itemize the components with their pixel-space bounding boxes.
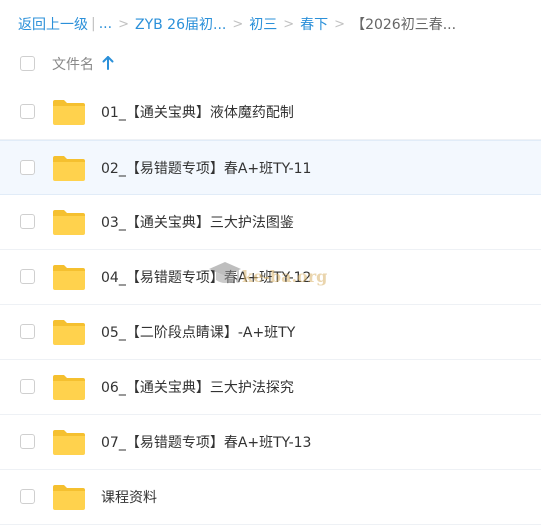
column-header-filename[interactable]: 文件名 [52,54,94,74]
list-item[interactable]: 06_【通关宝典】三大护法探究 [0,360,541,415]
file-name[interactable]: 04_【易错题专项】春A+班TY-12 [101,267,311,287]
breadcrumb: 返回上一级 | ... > ZYB 26届初... > 初三 > 春下 > 【2… [18,13,456,35]
list-item[interactable]: 03_【通关宝典】三大护法图鉴 [0,195,541,250]
folder-icon [53,156,85,181]
row-checkbox[interactable] [20,489,35,504]
breadcrumb-separator-icon: > [118,16,129,32]
breadcrumb-separator-icon: > [283,16,295,32]
row-checkbox[interactable] [20,160,35,175]
breadcrumb-pipe: | [91,16,96,32]
breadcrumb-back-link[interactable]: 返回上一级 [18,14,88,34]
folder-icon [53,210,85,235]
folder-icon [53,485,85,510]
file-name[interactable]: 01_【通关宝典】液体魔药配制 [101,102,294,122]
row-checkbox[interactable] [20,379,35,394]
file-name[interactable]: 课程资料 [101,487,157,507]
file-name[interactable]: 02_【易错题专项】春A+班TY-11 [101,158,311,178]
row-checkbox[interactable] [20,324,35,339]
folder-icon [53,100,85,125]
file-name[interactable]: 06_【通关宝典】三大护法探究 [101,377,294,397]
breadcrumb-separator-icon: > [232,16,244,32]
file-name[interactable]: 05_【二阶段点睛课】-A+班TY [101,322,295,342]
file-list: 01_【通关宝典】液体魔药配制 02_【易错题专项】春A+班TY-11 03_【通关… [0,85,541,525]
breadcrumb-current: 【2026初三春... [351,17,457,33]
row-checkbox[interactable] [20,434,35,449]
list-item[interactable]: 课程资料 [0,470,541,525]
folder-icon [53,320,85,345]
breadcrumb-ellipsis-link[interactable]: ... [99,16,112,32]
folder-icon [53,375,85,400]
folder-icon [53,265,85,290]
file-browser-page: 返回上一级 | ... > ZYB 26届初... > 初三 > 春下 > 【2… [0,0,541,527]
row-checkbox[interactable] [20,214,35,229]
breadcrumb-item-zyb[interactable]: ZYB 26届初... [135,14,226,34]
folder-icon [53,430,85,455]
list-item[interactable]: 07_【易错题专项】春A+班TY-13 [0,415,541,470]
list-header: 文件名 [0,48,541,80]
breadcrumb-item-grade[interactable]: 初三 [249,14,277,34]
file-name[interactable]: 07_【易错题专项】春A+班TY-13 [101,432,311,452]
list-item[interactable]: 01_【通关宝典】液体魔药配制 [0,85,541,140]
breadcrumb-item-term[interactable]: 春下 [300,14,328,34]
list-item[interactable]: 04_【易错题专项】春A+班TY-12 [0,250,541,305]
row-checkbox[interactable] [20,104,35,119]
list-item[interactable]: 05_【二阶段点睛课】-A+班TY [0,305,541,360]
row-checkbox[interactable] [20,269,35,284]
arrow-up-icon[interactable] [101,54,115,72]
select-all-checkbox[interactable] [20,56,35,71]
list-item[interactable]: 02_【易错题专项】春A+班TY-11 [0,140,541,195]
file-name[interactable]: 03_【通关宝典】三大护法图鉴 [101,212,294,232]
breadcrumb-separator-icon: > [334,16,346,32]
